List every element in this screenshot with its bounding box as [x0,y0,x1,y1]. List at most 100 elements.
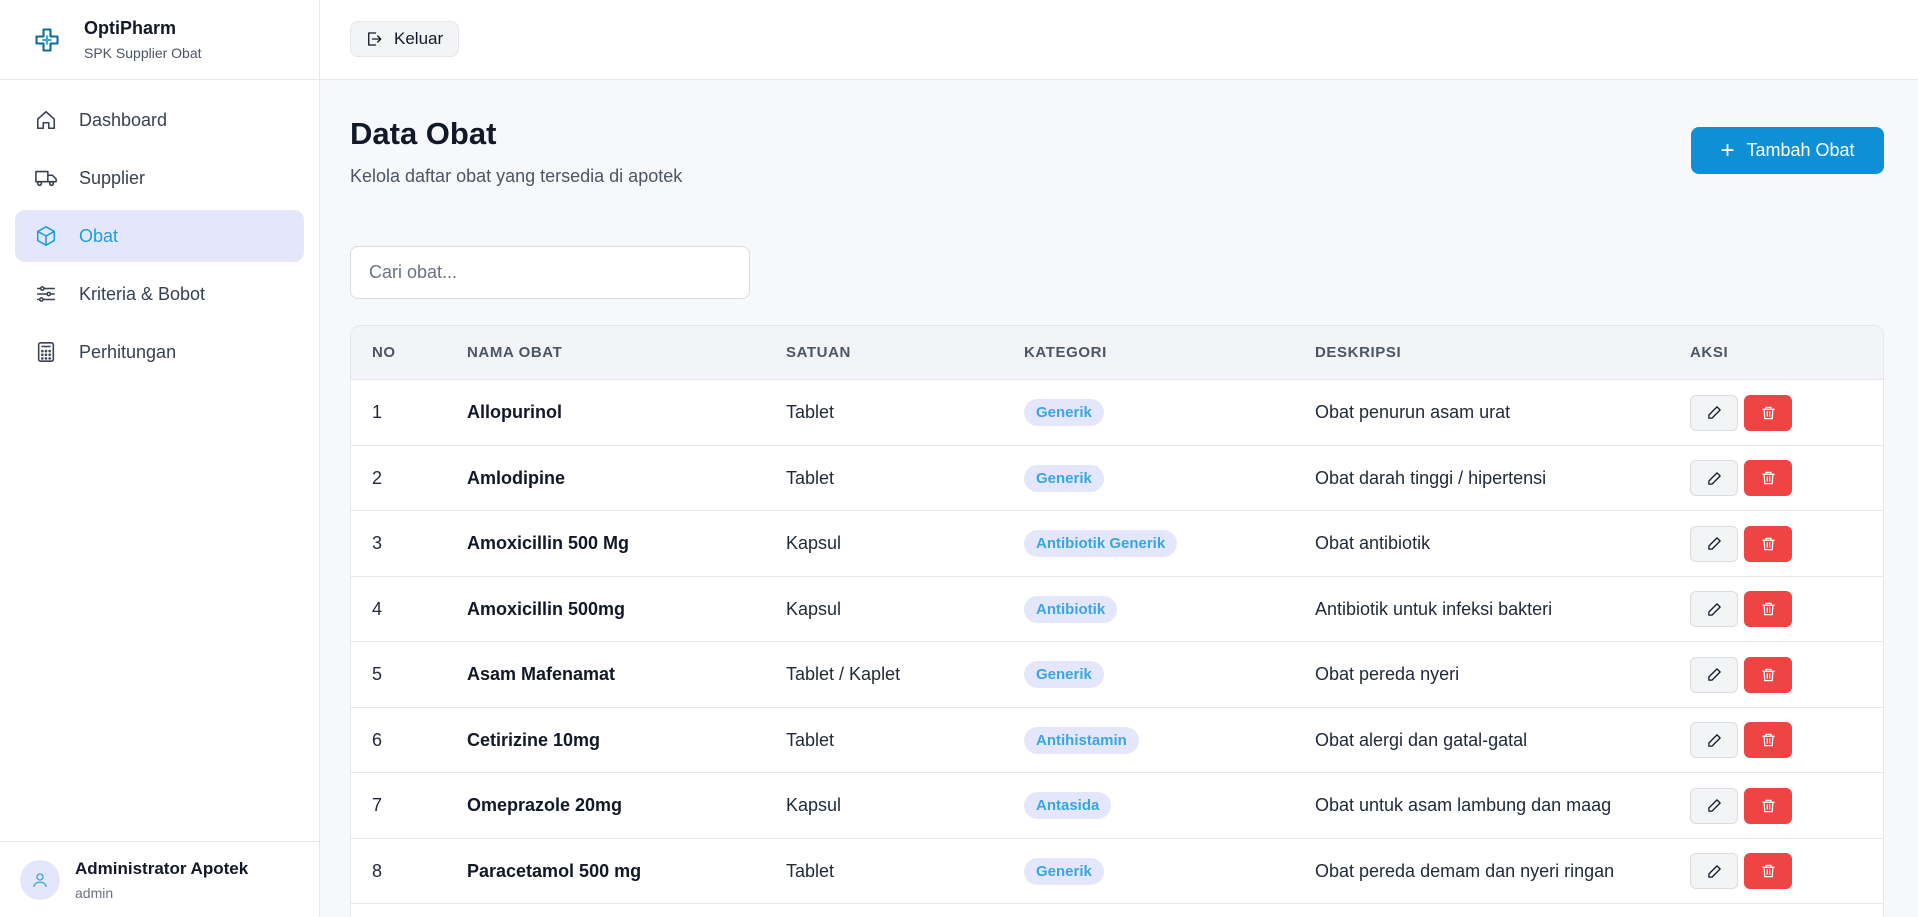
cell-no: 3 [372,533,383,553]
pencil-icon [1707,668,1721,681]
table-row: 8 Paracetamol 500 mg Tablet Generik Obat… [351,839,1883,904]
sidebar-nav: Dashboard Supplier Obat Kriteria & Bobot… [0,80,319,398]
page-title: Data Obat [350,116,497,151]
cell-aksi [1690,642,1792,707]
table-row: 4 Amoxicillin 500mg Kapsul Antibiotik An… [351,577,1883,642]
cell-nama-obat: Amlodipine [467,467,565,488]
column-header-nama-obat: NAMA OBAT [467,344,563,361]
cell-no: 4 [372,598,383,619]
table-row: 6 Cetirizine 10mg Tablet Antihistamin Ob… [351,708,1883,773]
cell-no: 1 [372,402,383,422]
cell-deskripsi: Obat antibiotik [1315,533,1431,553]
pencil-icon [1707,406,1721,419]
category-badge: Generik [1024,464,1104,492]
table-row: 1 Allopurinol Tablet Generik Obat penuru… [351,380,1883,446]
column-header-satuan: SATUAN [786,344,851,361]
delete-button[interactable] [1744,525,1792,562]
category-badge: Antibiotik Generik [1024,530,1178,557]
cell-kategori: Antibiotik Generik [1024,511,1178,576]
delete-button[interactable] [1744,722,1792,758]
add-obat-button[interactable]: + Tambah Obat [1691,127,1884,174]
plus-icon: + [1720,136,1735,164]
cell-satuan: Kapsul [786,533,842,553]
cell-kategori: Generik [1024,380,1104,445]
sidebar-item-dashboard[interactable]: Dashboard [15,94,304,146]
category-badge: Antibiotik [1024,595,1118,623]
cell-kategori: Generik [1024,839,1104,904]
trash-icon [1761,733,1775,747]
cell-aksi [1690,773,1792,838]
sidebar-item-label: Kriteria & Bobot [79,283,206,304]
logout-icon [365,30,383,48]
category-badge: Antihistamin [1024,726,1139,754]
edit-button[interactable] [1690,394,1738,431]
cell-deskripsi: Antibiotik untuk infeksi bakteri [1315,598,1553,619]
category-badge: Generik [1024,857,1104,885]
delete-button[interactable] [1744,460,1792,496]
table-row: 3 Amoxicillin 500 Mg Kapsul Antibiotik G… [351,511,1883,577]
page-subtitle: Kelola daftar obat yang tersedia di apot… [350,166,683,186]
cell-deskripsi: Obat penurun asam urat [1315,402,1511,422]
column-header-kategori: KATEGORI [1024,344,1107,361]
pharmacy-cross-logo-icon [30,23,64,57]
brand: OptiPharm SPK Supplier Obat [0,0,319,80]
edit-button[interactable] [1690,722,1738,758]
edit-button[interactable] [1690,460,1738,496]
cell-satuan: Tablet [786,467,835,488]
pencil-icon [1707,602,1721,616]
table-row: 7 Omeprazole 20mg Kapsul Antasida Obat u… [351,773,1883,839]
logout-button[interactable]: Keluar [350,21,460,57]
sidebar-item-supplier[interactable]: Supplier [15,152,304,204]
edit-button[interactable] [1690,591,1738,627]
cell-satuan: Tablet [786,729,835,750]
cell-satuan: Tablet / Kaplet [786,664,901,684]
home-icon [33,107,59,133]
delete-button[interactable] [1744,591,1792,627]
column-header-aksi: AKSI [1690,344,1729,361]
cell-deskripsi: Obat pereda nyeri [1315,664,1460,684]
category-badge: Antasida [1024,792,1112,819]
delete-button[interactable] [1744,787,1792,824]
box-icon [33,223,59,249]
cell-aksi [1690,839,1792,904]
pencil-icon [1707,799,1721,812]
category-badge: Generik [1024,661,1104,688]
cell-nama-obat: Paracetamol 500 mg [467,860,642,881]
table-header: NO NAMA OBAT SATUAN KATEGORI DESKRIPSI A… [351,326,1883,380]
table-row: 5 Asam Mafenamat Tablet / Kaplet Generik… [351,642,1883,708]
edit-button[interactable] [1690,656,1738,693]
sidebar-item-perhitungan[interactable]: Perhitungan [15,326,304,378]
delete-button[interactable] [1744,656,1792,693]
delete-button[interactable] [1744,394,1792,431]
category-badge: Generik [1024,399,1104,426]
cell-satuan: Kapsul [786,598,842,619]
obat-table: NO NAMA OBAT SATUAN KATEGORI DESKRIPSI A… [350,325,1884,917]
edit-button[interactable] [1690,525,1738,562]
brand-name: OptiPharm [84,18,177,38]
trash-icon [1761,799,1775,812]
trash-icon [1761,537,1775,550]
cell-kategori: Antibiotik [1024,577,1118,642]
sidebar-item-kriteria[interactable]: Kriteria & Bobot [15,268,304,320]
cell-nama-obat: Omeprazole 20mg [467,795,623,815]
cell-no: 6 [372,729,383,750]
cell-nama-obat: Cetirizine 10mg [467,729,601,750]
trash-icon [1761,471,1775,485]
trash-icon [1761,406,1775,419]
cell-deskripsi: Obat pereda demam dan nyeri ringan [1315,860,1615,881]
cell-kategori: Generik [1024,446,1104,511]
cell-no: 8 [372,860,383,881]
edit-button[interactable] [1690,853,1738,889]
cell-aksi [1690,577,1792,642]
cell-deskripsi: Obat darah tinggi / hipertensi [1315,467,1547,488]
delete-button[interactable] [1744,853,1792,889]
user-role: admin [75,884,114,901]
cell-aksi [1690,511,1792,576]
search-input[interactable] [350,246,750,299]
edit-button[interactable] [1690,787,1738,824]
user-name: Administrator Apotek [75,858,249,878]
sidebar-item-obat[interactable]: Obat [15,210,304,262]
cell-no: 5 [372,664,383,684]
truck-icon [33,165,59,191]
cell-nama-obat: Amoxicillin 500 Mg [467,533,630,553]
